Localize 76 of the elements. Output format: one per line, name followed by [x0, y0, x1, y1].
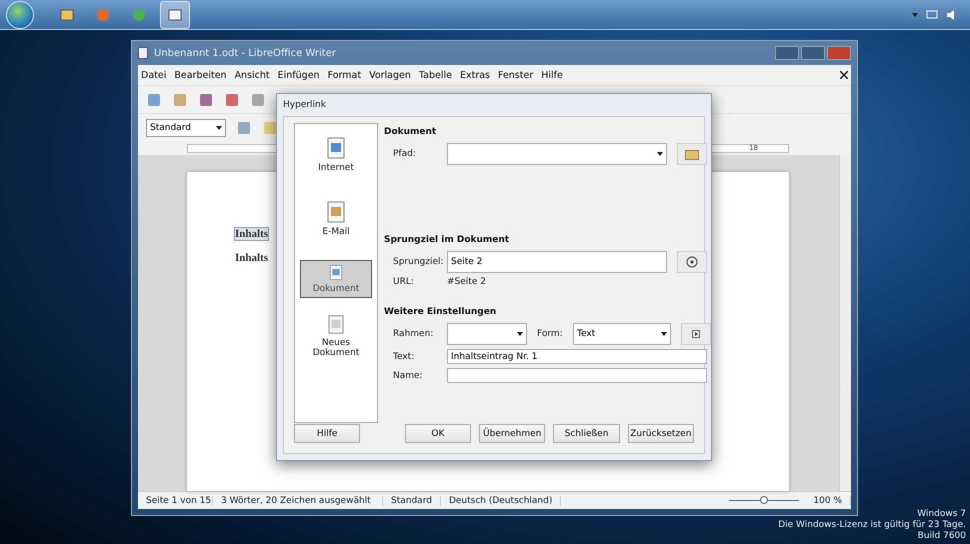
menu-item[interactable]: Extras	[460, 70, 490, 80]
circle-icon	[132, 8, 146, 22]
field-label: Rahmen:	[393, 329, 434, 339]
menu-item[interactable]: Fenster	[498, 70, 534, 80]
language: Deutsch (Deutschland)	[440, 496, 562, 506]
path-dropdown[interactable]	[447, 143, 667, 165]
dialog-button[interactable]: OK	[404, 424, 472, 443]
name-input[interactable]	[447, 368, 707, 383]
menu-item[interactable]: Format	[328, 70, 362, 80]
dialog-button[interactable]: Übernehmen	[479, 424, 546, 443]
toolbar-icon[interactable]	[172, 92, 188, 108]
toolbar-icon[interactable]	[262, 120, 278, 136]
help-button[interactable]: Hilfe	[294, 424, 360, 443]
zoom-percentage: 100 %	[805, 496, 851, 506]
start-button[interactable]	[6, 0, 34, 28]
frame-dropdown[interactable]	[447, 323, 527, 345]
windows-notice: Die Windows-Lizenz ist gültig für 23 Tage.	[778, 520, 966, 531]
text-input[interactable]: Inhaltseintrag Nr. 1	[447, 349, 707, 364]
play-icon	[692, 330, 700, 338]
toolbar-icon[interactable]	[250, 92, 266, 108]
toolbar-icon[interactable]	[146, 92, 162, 108]
menu-item[interactable]: Datei	[141, 70, 166, 80]
taskbar-button[interactable]	[160, 0, 190, 28]
maximize-button[interactable]	[801, 46, 825, 60]
toolbar-icon[interactable]	[198, 92, 214, 108]
page-style: Standard	[383, 496, 441, 506]
field-label: Text:	[393, 352, 416, 362]
tray-caret-icon	[912, 12, 918, 16]
folder-icon	[685, 148, 699, 160]
menu-item[interactable]: Ansicht	[234, 70, 270, 80]
zoom-thumb[interactable]	[760, 496, 768, 504]
word-count: 3 Wörter, 20 Zeichen ausgewählt	[213, 496, 383, 506]
form-dropdown[interactable]: Text	[573, 323, 671, 345]
caret-icon	[216, 126, 222, 130]
page-count: Seite 1 von 15	[138, 496, 213, 506]
toolbar-icon[interactable]	[236, 120, 252, 136]
minimize-button[interactable]	[775, 46, 799, 60]
menu-item[interactable]: Hilfe	[541, 70, 563, 80]
window-title: Unbenannt 1.odt - LibreOffice Writer	[154, 48, 336, 58]
category-button[interactable]: Neues Dokument	[300, 310, 372, 362]
target-input[interactable]: Seite 2	[447, 251, 667, 273]
windows-notice: Build 7600	[918, 531, 966, 542]
field-label: Name:	[393, 370, 424, 380]
close-button[interactable]	[827, 46, 851, 60]
windows-notice: Windows 7	[917, 509, 966, 520]
category-button[interactable]: Dokument	[300, 260, 372, 298]
category-button[interactable]: E-Mail	[300, 196, 372, 248]
url-text: #Seite 2	[447, 277, 486, 287]
field-label: URL:	[393, 277, 415, 287]
dialog-button[interactable]: Zurücksetzen	[628, 424, 694, 443]
target-icon	[686, 256, 698, 268]
caret-icon	[661, 332, 667, 336]
menu-item[interactable]: Bearbeiten	[174, 70, 227, 80]
section-heading: Dokument	[384, 127, 438, 137]
document-icon	[168, 8, 182, 22]
scrollbar[interactable]	[839, 155, 851, 491]
field-label: Sprungziel:	[393, 257, 441, 267]
open-file-button[interactable]	[677, 143, 707, 165]
dialog-button[interactable]: Schließen	[553, 424, 620, 443]
toolbar-icon[interactable]	[224, 92, 240, 108]
paragraph-style-box[interactable]: Standard	[146, 118, 226, 136]
document-text: Inhalts	[235, 228, 268, 240]
section-heading: Sprungziel im Dokument	[384, 235, 510, 245]
menu-item[interactable]: Tabelle	[418, 70, 452, 80]
section-heading: Weitere Einstellungen	[384, 307, 498, 317]
menu-item[interactable]: Vorlagen	[369, 70, 411, 80]
document-icon	[138, 47, 148, 59]
folder-icon	[60, 8, 74, 22]
dialog-title: Hyperlink	[283, 99, 327, 112]
document-text: Inhalts	[235, 252, 268, 264]
close-icon[interactable]	[840, 71, 848, 79]
target-button[interactable]	[677, 251, 707, 273]
caret-icon	[517, 332, 523, 336]
menu-item[interactable]: Einfügen	[278, 70, 320, 80]
field-label: Form:	[537, 329, 564, 339]
events-button[interactable]	[681, 323, 711, 345]
